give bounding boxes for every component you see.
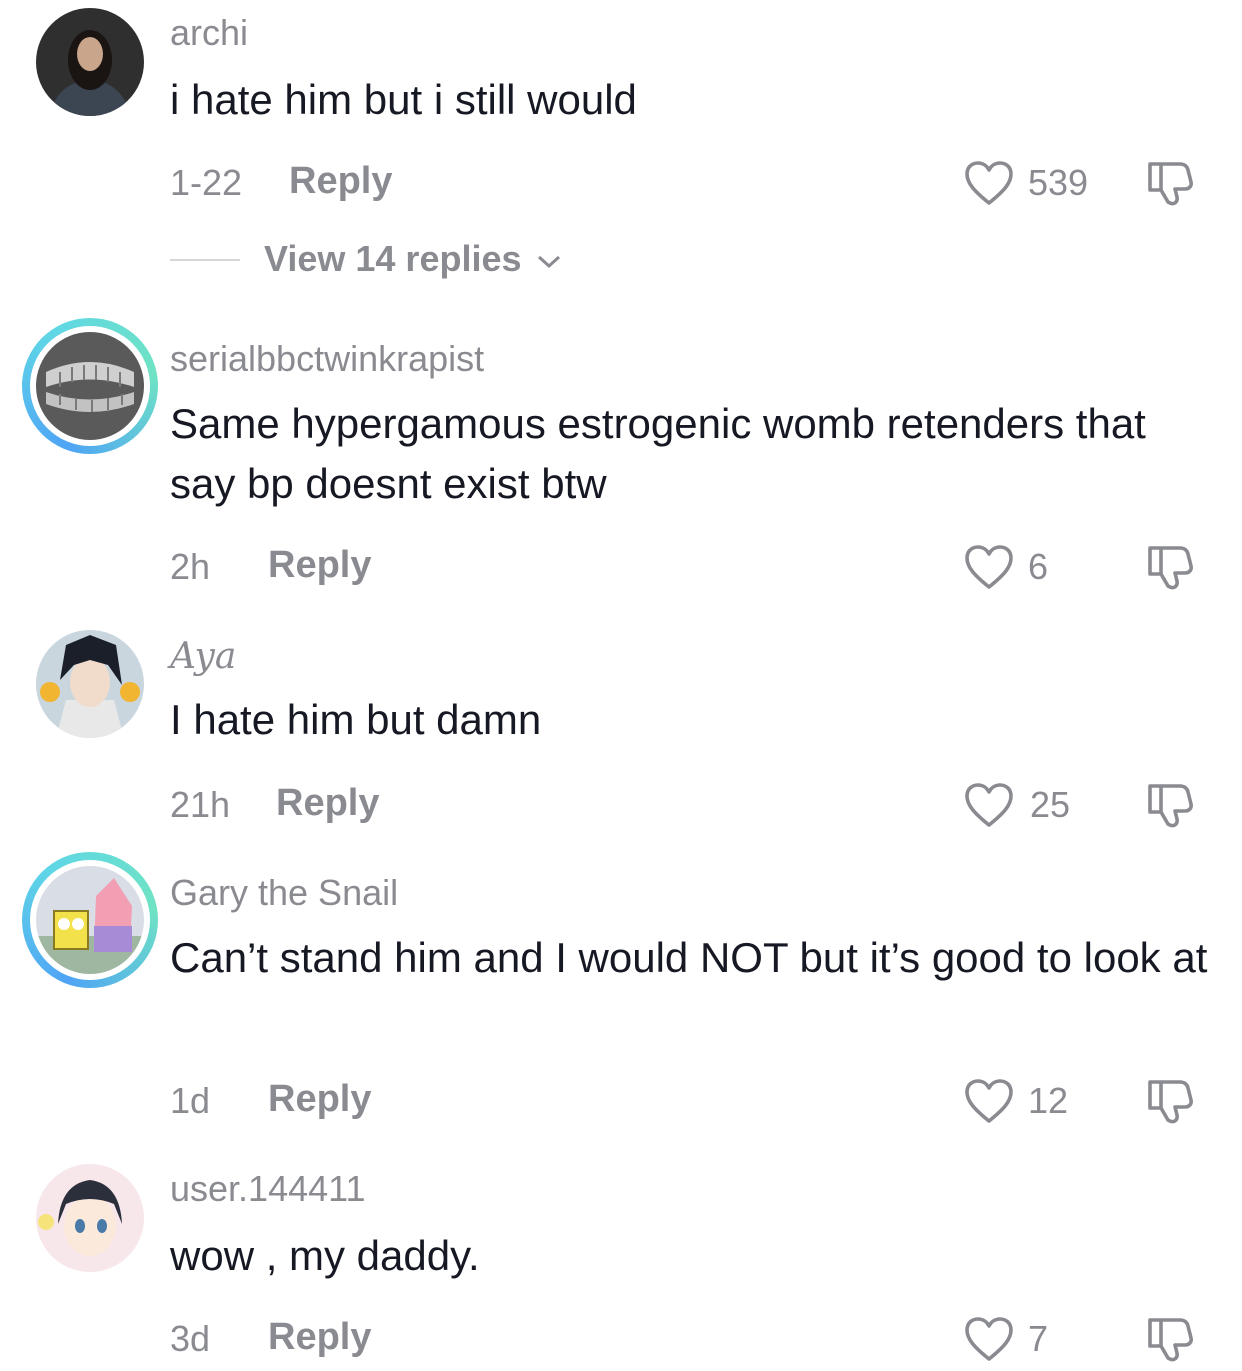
comment-text: Can’t stand him and I would NOT but it’s… <box>170 934 1208 981</box>
heart-outline-icon[interactable] <box>964 1078 1014 1124</box>
avatar[interactable] <box>22 318 158 454</box>
thumbs-down-icon[interactable] <box>1144 540 1196 592</box>
comment-username[interactable]: user.144411 <box>170 1168 366 1210</box>
like-count: 12 <box>1028 1080 1069 1121</box>
reply-button[interactable]: Reply <box>268 1078 371 1121</box>
comment-timestamp: 21h <box>170 784 231 825</box>
heart-outline-icon[interactable] <box>964 160 1014 206</box>
avatar-ring <box>30 326 150 446</box>
comment-text: i hate him but i still would <box>170 76 637 123</box>
avatar[interactable] <box>36 630 144 738</box>
comment-text: wow , my daddy. <box>170 1232 480 1279</box>
comment-username[interactable]: archi <box>170 12 248 54</box>
thumbs-down-icon[interactable] <box>1144 778 1196 830</box>
view-replies-button[interactable]: View 14 replies <box>264 238 564 280</box>
reply-button[interactable]: Reply <box>268 1316 371 1359</box>
comment-username[interactable]: Aya <box>170 636 236 677</box>
divider <box>170 259 240 261</box>
comment-text: Same hypergamous estrogenic womb retende… <box>170 400 1146 507</box>
like-count: 539 <box>1028 162 1089 203</box>
comment-timestamp: 2h <box>170 546 211 587</box>
thumbs-down-icon[interactable] <box>1144 1312 1196 1364</box>
view-replies-label: View 14 replies <box>264 238 522 279</box>
avatar[interactable] <box>36 8 144 116</box>
like-count: 25 <box>1030 784 1071 825</box>
heart-outline-icon[interactable] <box>964 544 1014 590</box>
heart-outline-icon[interactable] <box>964 1316 1014 1362</box>
comment-timestamp: 3d <box>170 1318 211 1359</box>
comment-username[interactable]: serialbbctwinkrapist <box>170 338 484 380</box>
thumbs-down-icon[interactable] <box>1144 156 1196 208</box>
reply-button[interactable]: Reply <box>268 544 371 587</box>
avatar-ring <box>30 860 150 980</box>
comment-text: I hate him but damn <box>170 696 542 743</box>
heart-outline-icon[interactable] <box>964 782 1014 828</box>
avatar[interactable] <box>36 1164 144 1272</box>
comment-username[interactable]: Gary the Snail <box>170 872 398 914</box>
chevron-down-icon <box>537 256 560 269</box>
like-count: 6 <box>1028 546 1049 587</box>
avatar[interactable] <box>22 852 158 988</box>
comment-timestamp: 1d <box>170 1080 211 1121</box>
thumbs-down-icon[interactable] <box>1144 1074 1196 1126</box>
reply-button[interactable]: Reply <box>276 782 379 825</box>
reply-button[interactable]: Reply <box>289 160 392 203</box>
like-count: 7 <box>1028 1318 1049 1359</box>
comment-timestamp: 1-22 <box>170 162 243 203</box>
